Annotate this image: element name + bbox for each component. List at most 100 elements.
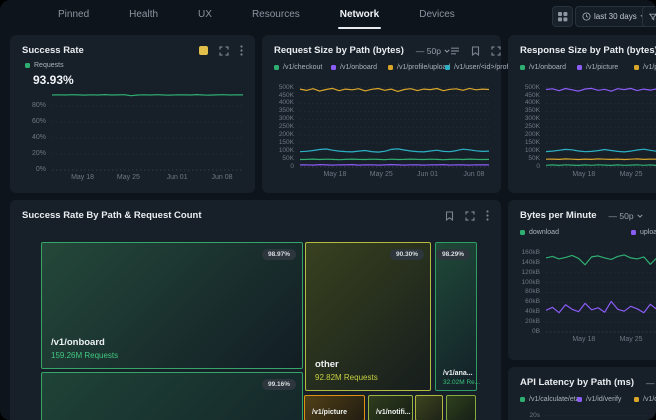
plot-area[interactable] (546, 247, 656, 332)
tile-labels: /v1/picture (312, 409, 347, 416)
y-axis-tick: 0B (532, 328, 540, 336)
y-axis-tick: 400K (525, 99, 540, 107)
y-axis-tick: 300K (525, 115, 540, 123)
legend-color-dot (577, 65, 582, 70)
percentile-dropdown[interactable]: — 50p (646, 378, 656, 388)
legend-color-dot (520, 397, 525, 402)
filter-compare-button[interactable]: Filter/Co (642, 6, 656, 27)
legend-item[interactable]: /v1/onboard (520, 64, 566, 71)
legend-item[interactable]: /v1/id/verify (577, 396, 621, 403)
legend-color-dot (388, 65, 393, 70)
chart-legend: /v1/calculate/eta/v1/id/verify/v1/onboar… (520, 396, 656, 406)
legend-color-dot (25, 63, 30, 68)
tile-path-label: /v1/picture (312, 409, 347, 416)
y-axis-tick: 300K (279, 115, 294, 123)
treemap-tile[interactable] (446, 395, 476, 420)
plot-area[interactable] (52, 86, 243, 170)
legend-item[interactable]: /v1/calculate/eta (520, 396, 580, 403)
y-axis: 500K450K400K350K300K250K200K150K100K50K0 (274, 82, 300, 167)
x-axis: May 18May 25Jun 01Jun 08 (300, 169, 489, 181)
tile-path-label: /v1/ana... (443, 370, 480, 377)
legend-color-dot (520, 230, 525, 235)
tab-health[interactable]: Health (129, 0, 158, 30)
y-axis-tick: 150K (279, 139, 294, 147)
y-axis-tick: 80kB (525, 288, 540, 296)
plot-area[interactable] (546, 82, 656, 167)
plot-area[interactable] (546, 414, 656, 420)
y-axis-tick: 250K (279, 123, 294, 131)
legend-item[interactable]: /v1/picture (577, 64, 618, 71)
y-axis: 160kB140kB120kB100kB80kB60kB40kB20kB0B (520, 247, 546, 332)
legend-item[interactable]: /v1/checkout (274, 64, 322, 71)
legend-color-dot (631, 230, 636, 235)
chart-type-icon[interactable] (450, 46, 460, 56)
expand-icon[interactable] (491, 46, 501, 56)
percentile-value: — 50p (609, 211, 634, 221)
percentile-value: — 50p (416, 46, 441, 56)
success-rate-badge: 98.97% (262, 249, 296, 260)
y-axis-tick: 200K (279, 131, 294, 139)
layout-grid-icon[interactable] (552, 6, 573, 27)
treemap-tile[interactable] (415, 395, 443, 420)
legend-item[interactable]: download (520, 229, 559, 236)
tile-labels: /v1/notifi... (376, 409, 411, 416)
x-axis-tick: May 18 (572, 336, 595, 343)
y-axis-tick: 500K (279, 84, 294, 92)
grid-glyph (557, 11, 568, 22)
tab-ux[interactable]: UX (198, 0, 212, 30)
flag-icon[interactable] (471, 46, 480, 56)
legend-item[interactable]: /v1/profile/upload (388, 64, 450, 71)
x-axis-tick: May 25 (620, 336, 643, 343)
treemap-tile[interactable]: 98.29%/v1/ana...32.02M Re... (435, 242, 477, 391)
y-axis-tick: 450K (279, 92, 294, 100)
treemap-tile[interactable]: 90.30%other92.82M Requests (305, 242, 431, 391)
plot-area[interactable] (300, 82, 489, 167)
success-rate-badge: 90.30% (390, 249, 424, 260)
clock-icon (582, 12, 591, 21)
panel-api-latency: API Latency by Path (ms) — 50p /v1/calcu… (508, 367, 656, 420)
y-axis-tick: 40% (32, 134, 46, 142)
annotation-icon[interactable] (199, 46, 208, 55)
treemap-tile[interactable]: 98.97%/v1/onboard159.26M Requests (41, 242, 303, 369)
y-axis-tick: 60% (32, 118, 46, 126)
tile-request-count: 92.82M Requests (315, 373, 378, 382)
y-axis-tick: 50K (528, 155, 540, 163)
percentile-dropdown[interactable]: — 50p (609, 211, 643, 221)
legend-item[interactable]: Requests (25, 62, 64, 69)
tab-devices[interactable]: Devices (419, 0, 455, 30)
legend-item[interactable]: /v1/onboard (331, 64, 377, 71)
legend-label: /v1/onboard (643, 396, 656, 403)
treemap-tile[interactable]: /v1/picture (304, 395, 365, 420)
legend-item[interactable]: upload (631, 229, 656, 236)
treemap-tile[interactable]: 99.16% (41, 372, 303, 420)
legend-item[interactable]: /v1/onboard (634, 396, 656, 403)
panel-title: Request Size by Path (bytes) (274, 45, 404, 56)
tab-network[interactable]: Network (340, 0, 379, 30)
x-axis-tick: May 25 (117, 174, 140, 181)
legend-label: /v1/profile/upload (643, 64, 656, 71)
legend-label: /v1/onboard (529, 64, 566, 71)
y-axis-tick: 20s (530, 412, 540, 420)
legend-label: /v1/checkout (283, 64, 322, 71)
tab-pinned[interactable]: Pinned (58, 0, 89, 30)
expand-icon[interactable] (219, 46, 229, 56)
treemap-tile[interactable]: /v1/notifi... (368, 395, 413, 420)
kebab-menu-icon[interactable] (240, 45, 243, 56)
legend-label: download (529, 229, 559, 236)
y-axis-tick: 350K (525, 107, 540, 115)
panel-success-rate: Success Rate Requests 93.93% 80%60%40%20… (10, 35, 255, 193)
legend-color-dot (634, 397, 639, 402)
success-rate-value: 93.93% (33, 73, 255, 86)
chart-legend: download upload (520, 229, 656, 239)
api-latency-chart: 20s (520, 414, 656, 420)
legend-item[interactable]: /v1/user/<id>/profile (445, 64, 515, 71)
tab-resources[interactable]: Resources (252, 0, 300, 30)
legend-item[interactable]: /v1/profile/upload (634, 64, 656, 71)
y-axis-tick: 140kB (522, 259, 540, 267)
legend-color-dot (274, 65, 279, 70)
legend-label: /v1/calculate/eta (529, 396, 580, 403)
y-axis-tick: 160kB (522, 249, 540, 257)
y-axis-tick: 60kB (525, 298, 540, 306)
percentile-dropdown[interactable]: — 50p (416, 46, 450, 56)
y-axis: 80%60%40%20%0% (22, 86, 52, 170)
